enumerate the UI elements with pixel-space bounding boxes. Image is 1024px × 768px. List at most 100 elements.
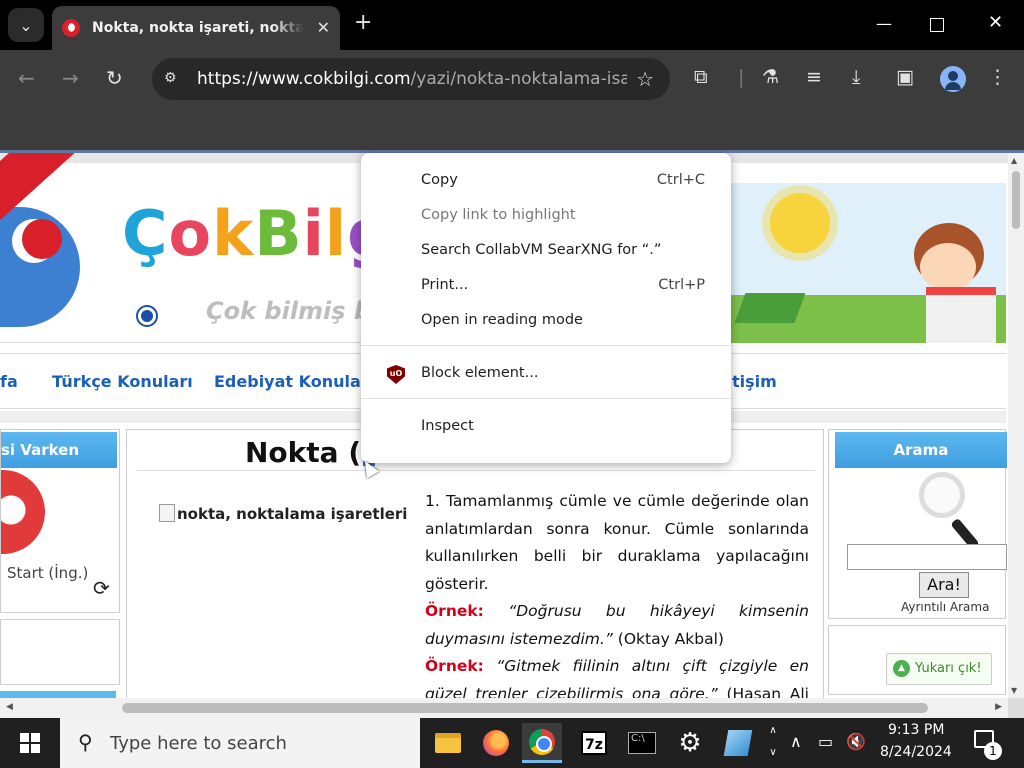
scroll-up-icon[interactable]: ▲ [1011,156,1017,165]
browser-toolbar: ← → ↻ ⚙ https://www.cokbilgi.com/yazi/no… [0,50,1024,108]
site-info-icon[interactable]: ⚙ [164,70,182,88]
file-explorer-button[interactable] [428,723,468,763]
notepad-button[interactable] [718,723,758,763]
scroll-down-icon[interactable]: ▼ [1011,686,1017,695]
firefox-button[interactable] [476,723,516,763]
sun-image [770,193,830,253]
forward-arrow-icon[interactable]: → [62,66,79,90]
settings-button[interactable]: ⚙ [670,723,710,763]
url-host: https://www.cokbilgi.com [197,69,411,89]
network-icon[interactable]: ▭ [818,732,833,751]
back-to-top-button[interactable]: Yukarı çık! [886,653,992,685]
download-icon[interactable]: ⤓ [852,66,860,88]
site-logo[interactable]: ÇokBilg [122,197,393,270]
child-body-image [926,287,996,343]
scroll-left-icon[interactable]: ◀ [6,702,13,712]
tab-search-button[interactable]: ⌄ [8,8,44,42]
clock-time[interactable]: 9:13 PM [888,722,944,738]
clock-date[interactable]: 8/24/2024 [880,744,952,760]
menu-item-print[interactable]: Print... Ctrl+P [361,268,731,303]
bookmark-star-icon[interactable]: ☆ [636,67,654,91]
extensions-icon[interactable]: ⧉ [694,66,708,88]
example-label: Örnek: [425,657,484,675]
chevron-up-icon[interactable]: ∧ [790,732,802,751]
menu-item-inspect[interactable]: Inspect [361,409,731,444]
vertical-scroll-thumb[interactable] [1012,171,1020,229]
new-tab-icon[interactable]: + [354,12,372,34]
menu-item-label: Search CollabVM SearXNG for “.” [421,242,662,258]
profile-avatar-icon[interactable] [940,66,966,92]
left-widget-header: si Varken [1,432,117,468]
magnifier-icon [919,472,965,518]
horizontal-scrollbar[interactable]: ◀ ▶ [0,698,1008,718]
search-button[interactable]: Ara! [919,572,969,598]
side-panel-icon[interactable]: ▣ [896,66,914,88]
search-widget-header: Arama [835,432,1007,468]
close-window-icon[interactable]: ✕ [988,12,1003,33]
start-button[interactable] [0,718,60,768]
search-widget: Arama Ara! Ayrıntılı Arama [828,429,1007,619]
broken-image-alt: nokta, noktalama işaretleri [159,504,407,523]
example-1: Örnek: “Doğrusu bu hikâyeyi kimsenin duy… [425,598,809,653]
context-menu: Copy Ctrl+C Copy link to highlight Search… [361,153,731,463]
banner-illustration [730,183,1006,343]
tab-title: Nokta, nokta işareti, noktanın k [92,20,304,36]
child-face-image [920,243,976,291]
left-widget-2 [0,619,120,685]
nav-link-home[interactable]: fa [0,372,18,391]
tab-strip: ⌄ Nokta, nokta işareti, noktanın k ✕ + —… [0,0,1024,50]
menu-item-block-element[interactable]: uO Block element... [361,356,731,391]
horizontal-scroll-thumb[interactable] [122,703,928,713]
minimize-icon[interactable]: — [876,14,892,33]
tray-overflow[interactable]: ∧ ∨ [764,720,782,766]
menu-item-search-searxng[interactable]: Search CollabVM SearXNG for “.” [361,233,731,268]
start-text: Start (İng.) [7,564,89,582]
menu-item-reading-mode[interactable]: Open in reading mode [361,303,731,338]
cmd-button[interactable]: C:\ [622,723,662,763]
windows-taskbar: ⚲ Type here to search 7z C:\ ⚙ ∧ ∨ ∧ ▭ 🔇 … [0,718,1024,768]
nav-link-iletisim[interactable]: tişim [732,372,777,391]
reload-icon[interactable]: ↻ [106,66,123,90]
left-sidebar: si Varken Start (İng.) ⟳ [0,429,120,698]
menu-item-copy[interactable]: Copy Ctrl+C [361,163,731,198]
site-search-input[interactable] [847,544,1007,570]
nav-link-turkce[interactable]: Türkçe Konuları [52,372,193,391]
address-bar[interactable]: ⚙ https://www.cokbilgi.com/yazi/nokta-no… [152,58,670,100]
nav-link-edebiyat[interactable]: Edebiyat Konuları [214,372,374,391]
article-body: 1. Tamamlanmış cümle ve cümle değerinde … [425,488,809,698]
taskbar-search-box[interactable]: ⚲ Type here to search [60,718,420,768]
site-favicon-icon [62,19,80,37]
menu-item-label: Block element... [421,365,539,381]
back-arrow-icon[interactable]: ← [18,66,35,90]
url-text[interactable]: https://www.cokbilgi.com/yazi/nokta-nokt… [197,69,627,89]
terminal-icon: C:\ [628,732,656,754]
menu-item-copy-link-to-highlight[interactable]: Copy link to highlight [361,198,731,233]
labs-flask-icon[interactable]: ⚗ [762,66,779,88]
vertical-scrollbar[interactable]: ▲ ▼ [1008,153,1024,698]
chrome-button[interactable] [522,723,562,763]
close-tab-icon[interactable]: ✕ [317,18,330,37]
media-controls-icon[interactable]: ≡ [806,66,822,88]
menu-item-label: Copy link to highlight [421,207,576,223]
refresh-icon[interactable]: ⟳ [93,576,110,600]
ublock-shield-icon: uO [387,365,405,384]
maximize-icon[interactable] [930,18,944,32]
search-icon: ⚲ [78,730,93,754]
left-widget: si Varken Start (İng.) ⟳ [0,429,120,613]
more-menu-icon[interactable]: ⋮ [988,66,1007,88]
menu-divider [361,398,731,399]
scroll-right-icon[interactable]: ▶ [995,702,1002,712]
example-2: Örnek: “Gitmek fiilinin altını çift çizg… [425,653,809,698]
menu-shortcut: Ctrl+C [656,172,705,188]
sevenzip-button[interactable]: 7z [574,723,614,763]
evil-eye-icon [138,307,156,325]
url-path: /yazi/nokta-noktalama-isare... [410,69,627,89]
menu-item-label: Inspect [421,418,474,434]
volume-muted-icon[interactable]: 🔇 [846,732,866,751]
firefox-icon [483,730,509,756]
bookmarks-bar [0,108,1024,150]
advanced-search-link[interactable]: Ayrıntılı Arama [901,600,989,614]
book-image [734,293,806,323]
active-tab[interactable]: Nokta, nokta işareti, noktanın k ✕ [52,6,340,50]
gear-icon: ⚙ [678,728,702,758]
